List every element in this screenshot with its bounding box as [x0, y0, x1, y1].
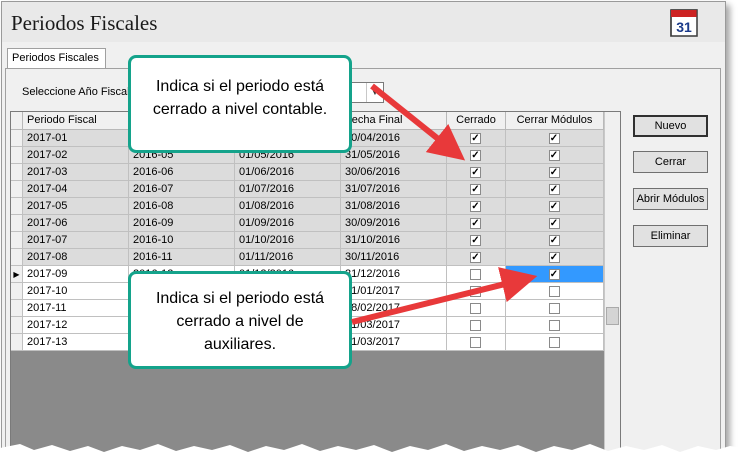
- torn-edge: [0, 444, 743, 472]
- annotation-arrows: [351, 83, 538, 325]
- arrow-to-cerrar-modulos: [351, 267, 538, 325]
- arrow-to-cerrado: [370, 83, 466, 161]
